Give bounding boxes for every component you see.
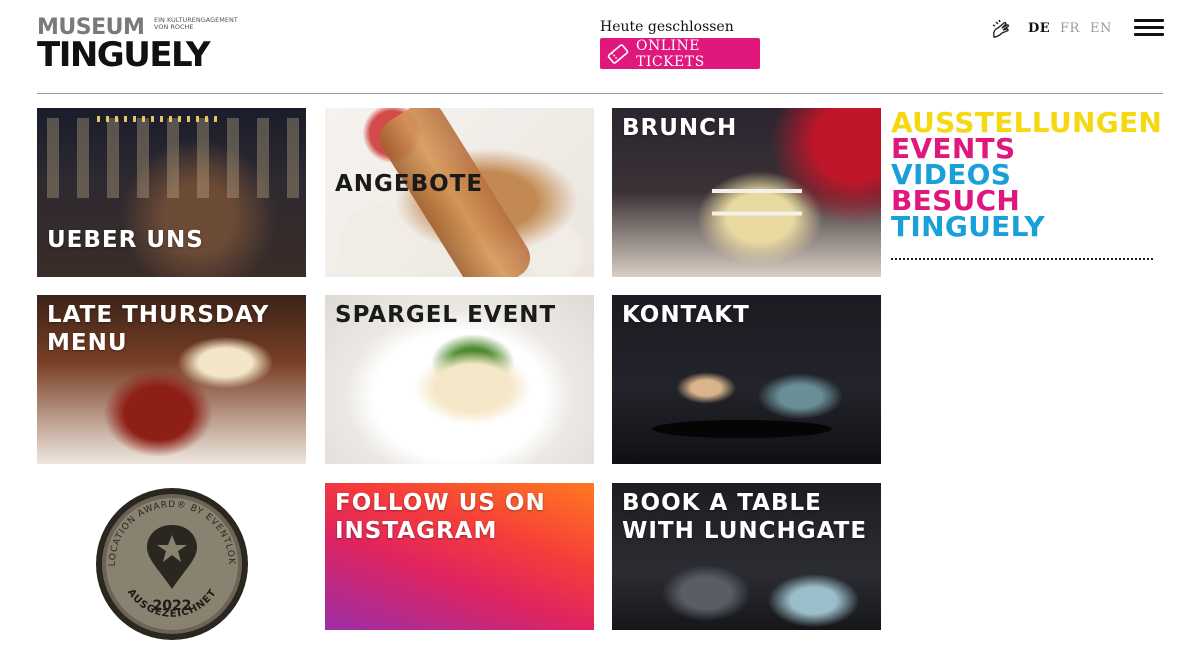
online-tickets-button[interactable]: ONLINE TICKETS xyxy=(600,37,760,70)
menu-hamburger-icon[interactable] xyxy=(1134,19,1164,39)
tile-label-line1: BOOK A TABLE xyxy=(622,490,822,516)
logo-tinguely-text: TINGUELY xyxy=(37,35,211,75)
tile-label-line2: INSTAGRAM xyxy=(335,518,498,544)
swiss-location-award-badge: SWISS LOCATION AWARD® BY EVENTLOKALE.CH … xyxy=(90,480,249,641)
nav-dotted-divider xyxy=(891,258,1153,260)
opening-status: Heute geschlossen xyxy=(600,19,734,35)
header-divider xyxy=(37,93,1163,94)
tile-angebote[interactable]: ANGEBOTE xyxy=(325,108,594,277)
tile-label: ANGEBOTE xyxy=(335,171,484,197)
online-tickets-label: ONLINE TICKETS xyxy=(636,37,705,70)
museum-logo[interactable]: MUSEUM EIN KULTURENGAGEMENT VON ROCHE TI… xyxy=(37,17,238,75)
language-fr[interactable]: FR xyxy=(1060,21,1080,36)
logo-tagline: EIN KULTURENGAGEMENT VON ROCHE xyxy=(154,16,238,31)
tile-label: SPARGEL EVENT xyxy=(335,302,557,328)
tile-label-line1: LATE THURSDAY xyxy=(47,302,270,328)
main-navigation: AUSSTELLUNGEN EVENTS VIDEOS BESUCH TINGU… xyxy=(891,109,1162,241)
tile-label: BRUNCH xyxy=(622,115,738,141)
nav-tinguely[interactable]: TINGUELY xyxy=(891,213,1162,241)
language-de[interactable]: DE xyxy=(1028,21,1050,36)
tile-spargel-event[interactable]: SPARGEL EVENT xyxy=(325,295,594,464)
tile-kontakt[interactable]: KONTAKT xyxy=(612,295,881,464)
tile-label-line2: MENU xyxy=(47,330,128,356)
accessibility-icon[interactable] xyxy=(989,17,1013,41)
ticket-icon xyxy=(607,43,629,65)
tile-brunch[interactable]: BRUNCH xyxy=(612,108,881,277)
tile-label: UEBER UNS xyxy=(47,227,204,253)
tile-ueber-uns[interactable]: UEBER UNS xyxy=(37,108,306,277)
tile-label: KONTAKT xyxy=(622,302,750,328)
tile-label-line2: WITH LUNCHGATE xyxy=(622,518,868,544)
tile-label-line1: FOLLOW US ON xyxy=(335,490,546,516)
language-en[interactable]: EN xyxy=(1090,21,1112,36)
tile-instagram[interactable]: FOLLOW US ON INSTAGRAM xyxy=(325,483,594,630)
tile-late-thursday-menu[interactable]: LATE THURSDAY MENU xyxy=(37,295,306,464)
tile-book-a-table[interactable]: BOOK A TABLE WITH LUNCHGATE xyxy=(612,483,881,630)
